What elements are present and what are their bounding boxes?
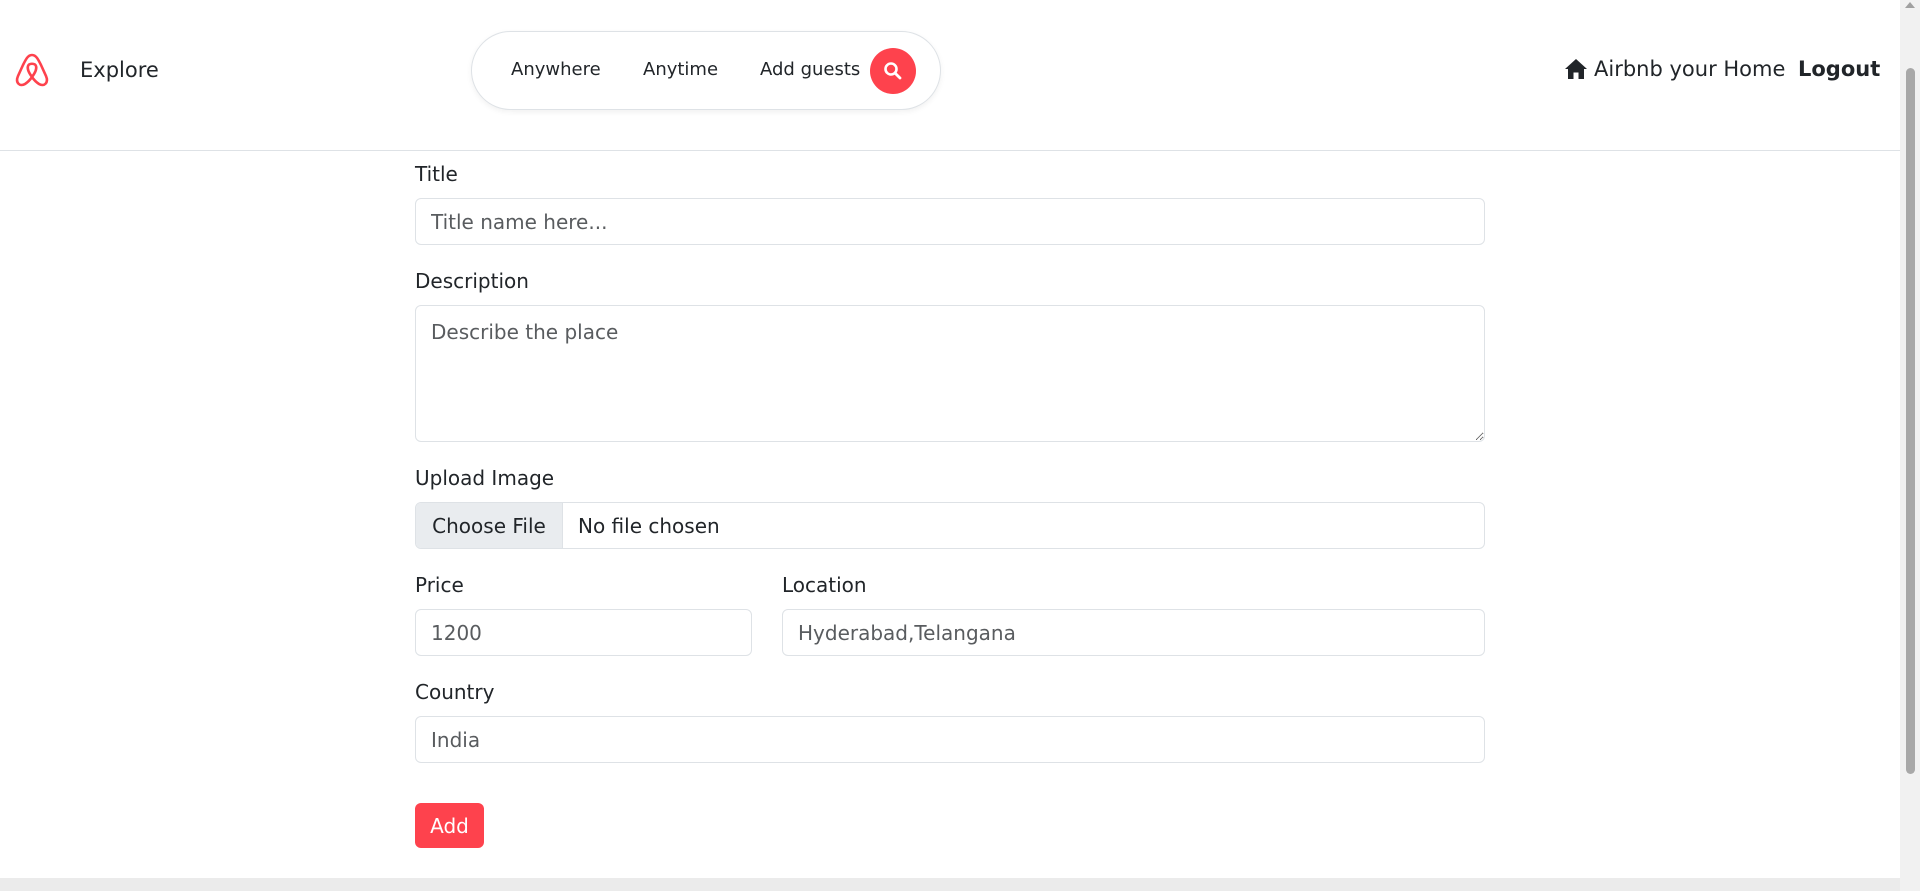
- search-bar[interactable]: Anywhere Anytime Add guests: [471, 31, 941, 110]
- airbnb-your-home-link[interactable]: Airbnb your Home: [1564, 57, 1785, 81]
- price-label: Price: [415, 573, 464, 597]
- page-scrollbar[interactable]: [1900, 0, 1920, 891]
- description-textarea[interactable]: [415, 305, 1485, 442]
- footer-edge: [0, 878, 1900, 891]
- scrollbar-thumb[interactable]: [1906, 68, 1915, 774]
- description-label: Description: [415, 269, 529, 293]
- location-label: Location: [782, 573, 867, 597]
- navbar: Explore Anywhere Anytime Add guests Airb…: [0, 0, 1900, 151]
- file-status-text: No file chosen: [578, 513, 720, 538]
- search-add-guests[interactable]: Add guests: [760, 59, 860, 80]
- search-button[interactable]: [870, 48, 916, 94]
- location-input[interactable]: [782, 609, 1485, 656]
- upload-image-label: Upload Image: [415, 466, 555, 490]
- search-icon: [884, 62, 902, 80]
- house-icon: [1565, 59, 1587, 79]
- airbnb-your-home-label: Airbnb your Home: [1594, 57, 1786, 81]
- country-input[interactable]: [415, 716, 1485, 763]
- search-anytime[interactable]: Anytime: [643, 59, 718, 80]
- airbnb-logo-icon[interactable]: [14, 50, 50, 88]
- choose-file-button[interactable]: Choose File: [416, 503, 563, 548]
- scroll-up-arrow-icon[interactable]: [1905, 2, 1915, 8]
- add-button[interactable]: Add: [415, 803, 484, 848]
- logout-link[interactable]: Logout: [1798, 57, 1880, 81]
- search-anywhere[interactable]: Anywhere: [511, 59, 601, 80]
- explore-link[interactable]: Explore: [80, 58, 159, 82]
- title-label: Title: [415, 162, 458, 186]
- image-file-input[interactable]: Choose File No file chosen: [415, 502, 1485, 549]
- price-input[interactable]: [415, 609, 752, 656]
- country-label: Country: [415, 680, 495, 704]
- title-input[interactable]: [415, 198, 1485, 245]
